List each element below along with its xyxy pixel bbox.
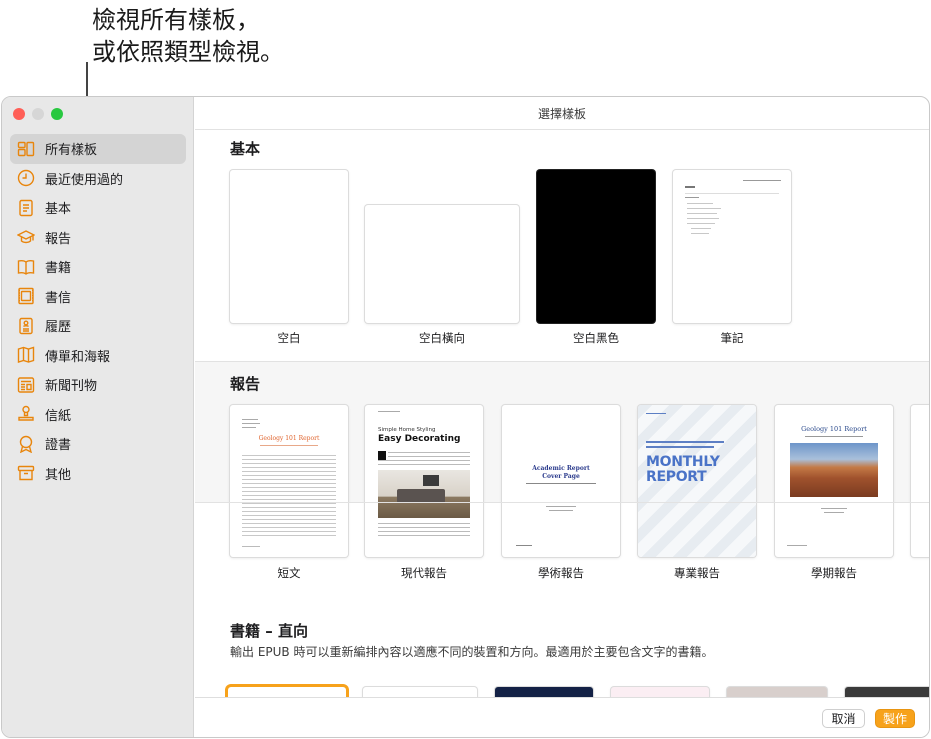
essay-thumb-title: Geology 101 Report bbox=[258, 435, 320, 442]
sidebar-item-miscellaneous[interactable]: 其他 bbox=[10, 459, 186, 489]
modern-thumb-kicker: Simple Home Styling bbox=[378, 427, 436, 433]
box-icon bbox=[16, 463, 36, 483]
letter-icon bbox=[16, 286, 36, 306]
section-divider bbox=[195, 502, 929, 503]
template-label: 現代報告 bbox=[401, 566, 447, 580]
template-label: 筆記 bbox=[720, 331, 744, 345]
template-label: 學術報告 bbox=[538, 566, 584, 580]
footer-bar: 取消 製作 bbox=[195, 697, 929, 737]
sidebar-item-basic[interactable]: 基本 bbox=[10, 193, 186, 223]
template-chooser-window: 所有樣板 最近使用過的 基本 報告 書籍 書信 履歷 傳單和海報 新聞刊物 信紙… bbox=[1, 96, 930, 738]
template-thumb-blank-black[interactable] bbox=[537, 170, 655, 323]
section-title-books: 書籍 – 直向 bbox=[230, 622, 308, 640]
sidebar-item-label: 基本 bbox=[45, 202, 72, 218]
flyer-icon bbox=[16, 345, 36, 365]
template-thumb-note-taking[interactable] bbox=[673, 170, 791, 323]
template-thumb-partial-next[interactable] bbox=[911, 405, 929, 557]
template-thumb-academic-report[interactable]: Academic Report Cover Page bbox=[502, 405, 620, 557]
resume-icon bbox=[16, 316, 36, 336]
template-thumb-modern-report[interactable]: Simple Home Styling Easy Decorating bbox=[365, 405, 483, 557]
graduation-cap-icon bbox=[16, 227, 36, 247]
sidebar-item-all-templates[interactable]: 所有樣板 bbox=[10, 134, 186, 164]
sidebar-item-label: 最近使用過的 bbox=[45, 172, 124, 188]
pro-thumb-title-2: REPORT bbox=[646, 469, 707, 485]
ribbon-icon bbox=[16, 434, 36, 454]
pro-thumb-title-1: MONTHLY bbox=[646, 454, 720, 470]
template-label: 空白黑色 bbox=[573, 331, 619, 345]
create-button[interactable]: 製作 bbox=[875, 709, 915, 728]
close-window-button[interactable] bbox=[13, 108, 25, 120]
sidebar-item-stationery[interactable]: 信紙 bbox=[10, 400, 186, 430]
sidebar-item-newsletters[interactable]: 新聞刊物 bbox=[10, 370, 186, 400]
sidebar-item-label: 履歷 bbox=[45, 320, 72, 336]
template-thumb-essay[interactable]: Geology 101 Report bbox=[230, 405, 348, 557]
sidebar-item-label: 書籍 bbox=[45, 261, 72, 277]
document-icon bbox=[16, 198, 36, 218]
sidebar-item-flyers-posters[interactable]: 傳單和海報 bbox=[10, 341, 186, 371]
section-subtitle-books: 輸出 EPUB 時可以重新編排內容以適應不同的裝置和方向。最適用於主要包含文字的… bbox=[230, 645, 714, 659]
template-label: 專業報告 bbox=[674, 566, 720, 580]
sidebar-item-letters[interactable]: 書信 bbox=[10, 282, 186, 312]
academic-thumb-title: Academic Report bbox=[532, 465, 590, 472]
term-thumb-title: Geology 101 Report bbox=[801, 425, 867, 433]
academic-thumb-subtitle: Cover Page bbox=[542, 473, 580, 480]
sidebar-item-label: 證書 bbox=[45, 438, 72, 454]
template-gallery: 選擇樣板 基本 空白 空白橫向 空白黑色 筆記 報告 Geology 101 R… bbox=[195, 97, 929, 737]
sidebar-item-certificates[interactable]: 證書 bbox=[10, 429, 186, 459]
template-thumb-professional-report[interactable]: MONTHLY REPORT bbox=[638, 405, 756, 557]
modern-thumb-title: Easy Decorating bbox=[378, 434, 461, 444]
template-label: 空白 bbox=[277, 331, 301, 345]
window-title: 選擇樣板 bbox=[195, 97, 929, 130]
callout-line-2: 或依照類型檢視。 bbox=[92, 38, 284, 66]
template-label: 學期報告 bbox=[811, 566, 857, 580]
template-label: 短文 bbox=[277, 566, 301, 580]
sidebar-item-label: 所有樣板 bbox=[45, 143, 98, 159]
template-thumb-blank[interactable] bbox=[230, 170, 348, 323]
newsletter-icon bbox=[16, 375, 36, 395]
stamp-icon bbox=[16, 404, 36, 424]
sidebar-item-resumes[interactable]: 履歷 bbox=[10, 311, 186, 341]
clock-icon bbox=[16, 168, 36, 188]
sidebar-item-reports[interactable]: 報告 bbox=[10, 223, 186, 253]
sidebar-item-recent[interactable]: 最近使用過的 bbox=[10, 164, 186, 194]
callout-line-1: 檢視所有樣板， bbox=[92, 6, 260, 34]
sidebar-item-label: 報告 bbox=[45, 231, 72, 247]
sidebar-item-label: 其他 bbox=[45, 467, 72, 483]
zoom-window-button[interactable] bbox=[51, 108, 63, 120]
sidebar-item-label: 傳單和海報 bbox=[45, 349, 111, 365]
sidebar-item-label: 書信 bbox=[45, 290, 72, 306]
cancel-button[interactable]: 取消 bbox=[822, 709, 865, 728]
grid-icon bbox=[16, 139, 36, 159]
template-label: 空白橫向 bbox=[419, 331, 465, 345]
sidebar-item-label: 新聞刊物 bbox=[45, 379, 98, 395]
template-thumb-term-paper[interactable]: Geology 101 Report bbox=[775, 405, 893, 557]
minimize-window-button[interactable] bbox=[32, 108, 44, 120]
template-thumb-blank-landscape[interactable] bbox=[365, 205, 519, 323]
section-divider bbox=[195, 361, 929, 362]
sidebar-list: 所有樣板 最近使用過的 基本 報告 書籍 書信 履歷 傳單和海報 新聞刊物 信紙… bbox=[10, 134, 186, 488]
sidebar: 所有樣板 最近使用過的 基本 報告 書籍 書信 履歷 傳單和海報 新聞刊物 信紙… bbox=[2, 97, 194, 737]
callout-annotation: 檢視所有樣板， 或依照類型檢視。 bbox=[92, 4, 284, 68]
sidebar-item-label: 信紙 bbox=[45, 408, 72, 424]
sidebar-item-books[interactable]: 書籍 bbox=[10, 252, 186, 282]
book-icon bbox=[16, 257, 36, 277]
section-title-reports: 報告 bbox=[230, 375, 261, 393]
section-title-basic: 基本 bbox=[230, 140, 261, 158]
